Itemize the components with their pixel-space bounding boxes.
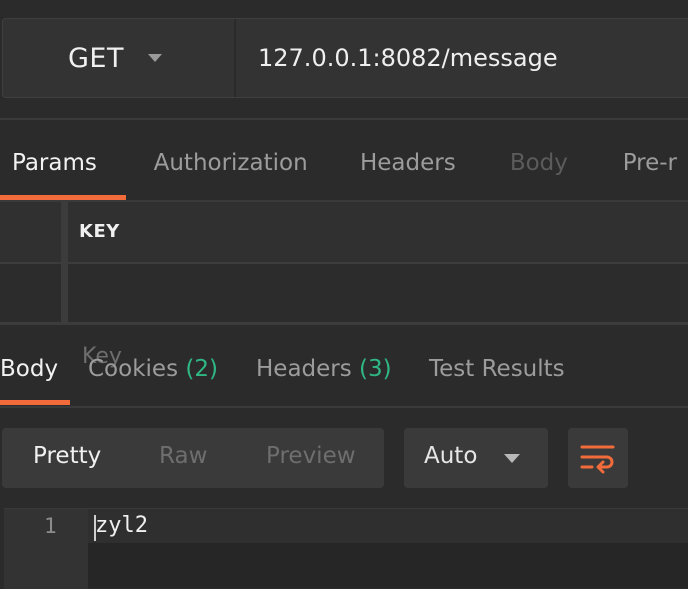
response-body-editor[interactable]: 1 zyl2 bbox=[4, 508, 688, 589]
response-tabs: Body Cookies (2) Headers (3) Test Result… bbox=[0, 344, 688, 406]
active-tab-indicator bbox=[0, 400, 70, 405]
table-row: Key bbox=[0, 264, 688, 369]
code-line: zyl2 bbox=[95, 513, 148, 538]
response-tab-test-results[interactable]: Test Results bbox=[429, 356, 565, 382]
divider bbox=[0, 322, 688, 325]
response-tab-cookies[interactable]: Cookies (2) bbox=[88, 356, 218, 382]
tab-headers[interactable]: Headers bbox=[327, 138, 477, 202]
params-table: KEY Key bbox=[0, 202, 688, 369]
cookie-count: (2) bbox=[185, 356, 218, 382]
response-tab-body[interactable]: Body bbox=[0, 356, 58, 382]
tab-params[interactable]: Params bbox=[0, 138, 126, 202]
column-divider bbox=[61, 202, 68, 324]
tab-body[interactable]: Body bbox=[477, 138, 591, 202]
response-tab-headers[interactable]: Headers (3) bbox=[256, 356, 392, 382]
tab-label: Headers bbox=[256, 356, 352, 382]
chevron-down-icon bbox=[147, 54, 162, 62]
tab-pre-request-script[interactable]: Pre-r bbox=[591, 138, 688, 202]
method-label: GET bbox=[68, 42, 124, 74]
header-count: (3) bbox=[359, 356, 392, 382]
tab-label: Body bbox=[0, 356, 59, 382]
tab-label: Params bbox=[12, 150, 97, 176]
pretty-button[interactable]: Pretty bbox=[33, 443, 101, 469]
tab-authorization[interactable]: Authorization bbox=[123, 138, 327, 202]
raw-button[interactable]: Raw bbox=[159, 443, 207, 469]
divider bbox=[0, 406, 688, 408]
wrap-lines-button[interactable] bbox=[568, 428, 628, 488]
request-tabs: Params Authorization Headers Body Pre-r bbox=[0, 138, 688, 202]
chevron-down-icon bbox=[504, 454, 520, 463]
view-mode-toggle: Pretty Raw Preview bbox=[2, 428, 384, 488]
format-select[interactable]: Auto bbox=[404, 428, 548, 488]
wrap-lines-icon bbox=[580, 445, 615, 474]
line-number: 1 bbox=[44, 514, 57, 538]
method-select[interactable]: GET bbox=[3, 19, 236, 97]
tab-label: Headers bbox=[359, 150, 456, 176]
table-header-row: KEY bbox=[0, 202, 688, 262]
tab-label: Authorization bbox=[153, 150, 308, 176]
tab-label: Body bbox=[509, 150, 568, 176]
key-column-header: KEY bbox=[79, 221, 120, 242]
line-gutter: 1 bbox=[4, 509, 88, 589]
url-input[interactable]: 127.0.0.1:8082/message bbox=[236, 19, 688, 97]
tab-label: Cookies bbox=[88, 356, 179, 382]
tab-label: Pre-r bbox=[622, 150, 678, 176]
tab-label: Test Results bbox=[429, 356, 565, 382]
preview-button[interactable]: Preview bbox=[266, 443, 356, 469]
format-value: Auto bbox=[424, 443, 478, 469]
request-bar: GET 127.0.0.1:8082/message bbox=[2, 18, 688, 98]
active-line-highlight bbox=[88, 509, 688, 543]
divider bbox=[0, 118, 688, 120]
